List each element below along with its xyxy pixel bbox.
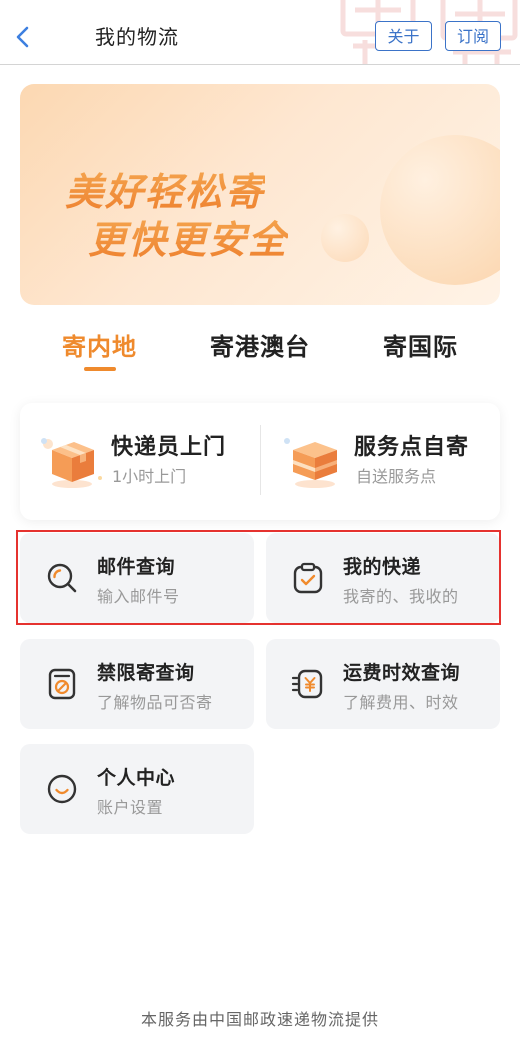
back-button[interactable] (8, 20, 38, 54)
footer-provider-text: 本服务由中国邮政速递物流提供 (140, 1010, 379, 1029)
search-icon (47, 563, 77, 593)
courier-box-icon (41, 438, 102, 488)
banner-small-circle-decoration (321, 214, 369, 262)
smile-icon (47, 774, 77, 804)
tile-title: 个人中心 (97, 767, 176, 789)
nav-bar: 我的物流 关于 订阅 (0, 0, 520, 65)
courier-pickup-option[interactable]: 快递员上门 1小时上门 (20, 403, 260, 520)
page-title: 我的物流 (95, 25, 179, 49)
banner-circle-decoration (380, 135, 500, 285)
courier-pickup-subtitle: 1小时上门 (112, 467, 187, 486)
service-point-dropoff-option[interactable]: 服务点自寄 自送服务点 (261, 403, 500, 520)
service-point-subtitle: 自送服务点 (356, 467, 437, 486)
banner-slogan-line2: 更快更安全 (88, 218, 289, 262)
tile-title: 运费时效查询 (343, 662, 461, 684)
tile-title: 邮件查询 (97, 556, 176, 578)
service-point-box-icon (284, 438, 337, 488)
service-tile-shipping-rates[interactable]: 运费时效查询 了解费用、时效 (266, 639, 500, 729)
subscribe-button[interactable]: 订阅 (445, 21, 501, 51)
service-tile-mail-tracking[interactable]: 邮件查询 输入邮件号 (20, 533, 254, 623)
tile-subtitle: 我寄的、我收的 (343, 587, 459, 606)
courier-pickup-title: 快递员上门 (111, 435, 227, 460)
clipboard-check-icon (293, 562, 323, 594)
prohibited-icon (48, 668, 76, 700)
tile-subtitle: 了解费用、时效 (343, 693, 459, 712)
tab-hk-macao-taiwan[interactable]: 寄港澳台 (210, 333, 310, 361)
active-tab-indicator (84, 367, 116, 371)
tile-subtitle: 账户设置 (97, 798, 164, 817)
chevron-left-icon (16, 26, 29, 48)
service-point-title: 服务点自寄 (354, 435, 470, 460)
tab-domestic[interactable]: 寄内地 (62, 333, 137, 361)
banner-slogan-line1: 美好轻松寄 (65, 170, 266, 214)
yuan-icon (291, 669, 323, 699)
tile-subtitle: 输入邮件号 (97, 587, 180, 606)
tile-title: 禁限寄查询 (97, 662, 195, 684)
about-button[interactable]: 关于 (375, 21, 432, 51)
promo-banner[interactable]: 美好轻松寄 更快更安全 (20, 84, 500, 305)
service-tile-personal-center[interactable]: 个人中心 账户设置 (20, 744, 254, 834)
tab-international[interactable]: 寄国际 (383, 333, 458, 361)
service-tile-my-parcels[interactable]: 我的快递 我寄的、我收的 (266, 533, 500, 623)
send-options-card: 快递员上门 1小时上门 服务点自寄 自送服务点 (20, 403, 500, 520)
tile-title: 我的快递 (343, 556, 422, 578)
tile-subtitle: 了解物品可否寄 (97, 693, 213, 712)
service-tile-prohibited-items[interactable]: 禁限寄查询 了解物品可否寄 (20, 639, 254, 729)
